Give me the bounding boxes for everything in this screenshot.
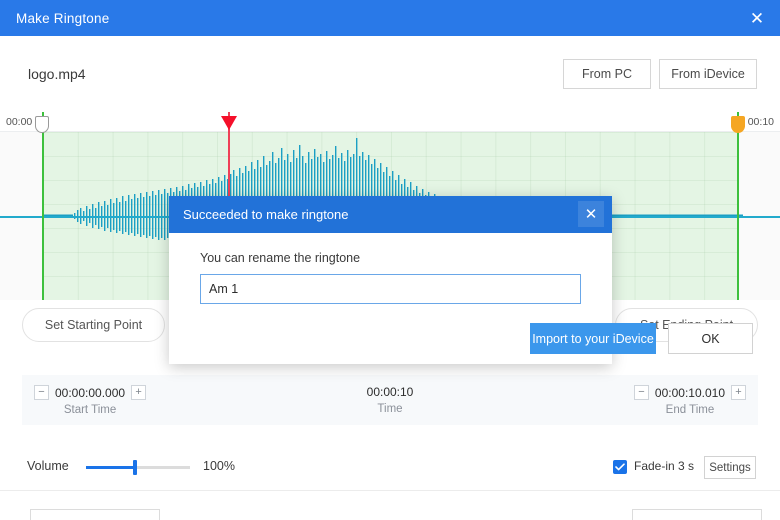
settings-button[interactable]: Settings (704, 456, 756, 479)
bottom-right-button[interactable] (632, 509, 762, 520)
dialog-titlebar: Succeeded to make ringtone ✕ (169, 196, 612, 233)
set-starting-point-button[interactable]: Set Starting Point (22, 308, 165, 342)
volume-slider-thumb[interactable] (133, 460, 137, 475)
close-icon[interactable]: ✕ (578, 201, 604, 227)
playhead-marker-icon[interactable] (221, 116, 237, 130)
total-time-value: 00:00:10 (367, 385, 414, 399)
start-marker-line[interactable] (42, 112, 44, 300)
checkbox-checked-icon[interactable] (613, 460, 627, 474)
timeline-ruler[interactable]: 00:00 00:10 (0, 112, 780, 132)
fade-in-label[interactable]: Fade-in 3 s (634, 459, 694, 473)
end-time-increment-button[interactable]: + (731, 385, 746, 400)
volume-label: Volume (27, 459, 69, 473)
volume-percent-value: 100% (203, 459, 235, 473)
file-name-label: logo.mp4 (28, 66, 86, 82)
succeeded-dialog: Succeeded to make ringtone ✕ You can ren… (169, 196, 612, 364)
dialog-body: You can rename the ringtone Import to yo… (169, 233, 612, 364)
ringtone-name-input[interactable] (200, 274, 581, 304)
from-idevice-button[interactable]: From iDevice (659, 59, 757, 89)
window-titlebar: Make Ringtone ✕ (0, 0, 780, 36)
ok-button[interactable]: OK (668, 323, 753, 354)
volume-slider[interactable] (86, 466, 190, 469)
header-row: logo.mp4 From PC From iDevice (0, 36, 780, 98)
end-time-decrement-button[interactable]: − (634, 385, 649, 400)
dialog-title: Succeeded to make ringtone (183, 207, 349, 222)
timeline-start-label: 00:00 (6, 116, 32, 128)
time-strip: − 00:00:00.000 + Start Time 00:00:10 Tim… (22, 375, 758, 425)
bottom-left-button[interactable] (30, 509, 160, 520)
bottom-divider (0, 490, 780, 491)
end-marker-handle-icon[interactable] (731, 116, 745, 133)
import-to-idevice-button[interactable]: Import to your iDevice (530, 323, 656, 354)
volume-slider-fill (86, 466, 136, 469)
end-time-label: End Time (634, 404, 746, 416)
end-time-value: 00:00:10.010 (655, 386, 725, 400)
end-time-group: − 00:00:10.010 + End Time (634, 385, 746, 416)
make-ringtone-window: Make Ringtone ✕ logo.mp4 From PC From iD… (0, 0, 780, 520)
volume-row: Volume 100% Fade-in 3 s Settings (0, 448, 780, 488)
start-marker-handle-icon[interactable] (35, 116, 49, 133)
dialog-hint-label: You can rename the ringtone (200, 251, 360, 265)
from-pc-button[interactable]: From PC (563, 59, 651, 89)
close-icon[interactable]: ✕ (734, 0, 780, 36)
window-title: Make Ringtone (16, 11, 109, 26)
timeline-end-label: 00:10 (748, 116, 774, 128)
end-marker-line[interactable] (737, 112, 739, 300)
